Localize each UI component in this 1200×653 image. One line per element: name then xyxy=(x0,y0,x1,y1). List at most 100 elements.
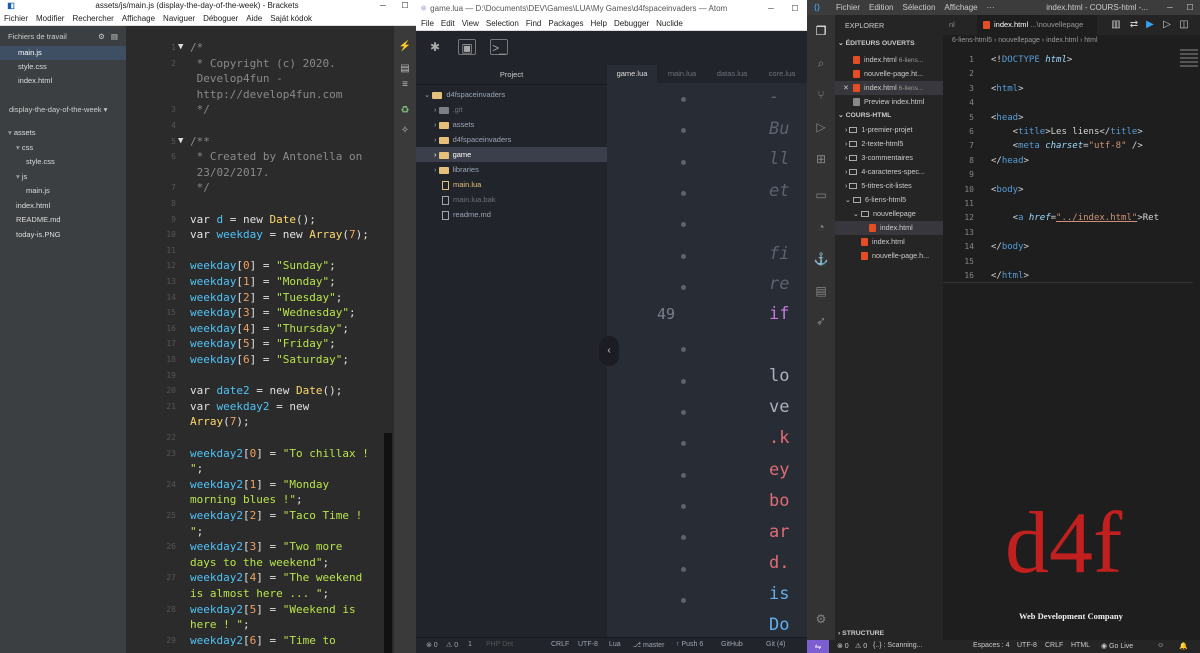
tab-index-html[interactable]: index.html ...\nouvellepage xyxy=(977,15,1097,35)
open-editor-item[interactable]: Preview index.html xyxy=(835,95,943,109)
menu-deboguer[interactable]: Déboguer xyxy=(203,14,238,23)
tree-item[interactable]: › assets xyxy=(416,117,607,132)
menu-help[interactable]: Help xyxy=(591,19,607,28)
gear-icon[interactable]: ⚙ xyxy=(98,32,105,41)
menu-find[interactable]: Find xyxy=(526,19,542,28)
github-button[interactable]: GitHub xyxy=(721,641,743,648)
menu-affichage[interactable]: Affichage xyxy=(122,14,155,23)
open-editors-section[interactable]: ⌄ ÉDITEURS OUVERTS xyxy=(835,37,943,51)
minimize-icon[interactable]: ─ xyxy=(759,4,783,13)
beautify-icon[interactable]: ✧ xyxy=(398,124,412,138)
tree-item[interactable]: today-is.PNG xyxy=(0,228,126,243)
menu-modifier[interactable]: Modifier xyxy=(36,14,64,23)
tree-item[interactable]: index.html xyxy=(835,235,943,249)
tree-item[interactable]: › 5-titres-cit-listes xyxy=(835,179,943,193)
menu-packages[interactable]: Packages xyxy=(548,19,583,28)
tree-item[interactable]: README.md xyxy=(0,213,126,228)
minimap[interactable] xyxy=(1180,47,1198,77)
tree-item[interactable]: index.html xyxy=(835,221,943,235)
fold-arrow-icon[interactable]: ▼ xyxy=(178,40,183,56)
menu-debugger[interactable]: Debugger xyxy=(614,19,649,28)
brackets-code-editor[interactable]: 1 ▼/* 2 * Copyright (c) 2020. Develop4fun … xyxy=(126,26,394,653)
tree-item[interactable]: nouvelle-page.h... xyxy=(835,249,943,263)
maximize-icon[interactable]: ☐ xyxy=(783,4,807,13)
live-share-icon[interactable]: ➶ xyxy=(813,313,829,329)
minimize-icon[interactable]: ─ xyxy=(1160,3,1180,12)
tree-item[interactable]: › d4fspaceinvaders xyxy=(416,132,607,147)
collapse-panel-icon[interactable]: ‹ xyxy=(599,336,619,366)
extensions-icon[interactable]: ⊞ xyxy=(813,151,829,167)
tree-item[interactable]: › 1-premier-projet xyxy=(835,123,943,137)
tab-main-lua[interactable]: main.lua xyxy=(657,65,707,83)
menu-naviguer[interactable]: Naviguer xyxy=(163,14,195,23)
line-ending[interactable]: CRLF xyxy=(1045,642,1063,649)
git-button[interactable]: Git (4) xyxy=(766,641,785,648)
menu-icon[interactable]: ≡ xyxy=(398,78,412,92)
php-detect[interactable]: PHP Det xyxy=(486,641,513,648)
tree-item[interactable]: ▾ css xyxy=(0,141,126,156)
remote-indicator[interactable]: ⇋ xyxy=(807,640,829,653)
tree-item[interactable]: › game xyxy=(416,147,607,162)
line-ending[interactable]: CRLF xyxy=(551,641,569,648)
fold-arrow-icon[interactable]: ▼ xyxy=(178,134,183,150)
tree-item[interactable]: readme.md xyxy=(416,207,607,222)
bell-icon[interactable]: 🔔 xyxy=(1179,642,1188,650)
terminal-icon[interactable]: >_ xyxy=(490,39,508,55)
maximize-icon[interactable]: ☐ xyxy=(1180,3,1200,12)
working-file-item[interactable]: style.css xyxy=(0,60,126,74)
maximize-icon[interactable]: ☐ xyxy=(394,1,416,10)
go-live-button[interactable]: ◉ Go Live xyxy=(1101,642,1133,650)
debug-icon[interactable]: ▷ xyxy=(813,119,829,135)
menu-edition[interactable]: Edition xyxy=(869,3,893,12)
menu-edit[interactable]: Edit xyxy=(441,19,455,28)
tree-item[interactable]: ⌄ d4fspaceinvaders xyxy=(416,87,607,102)
tree-item[interactable]: style.css xyxy=(0,155,126,170)
vscode-code-editor[interactable]: d4f Web Development Company 1 <!DOCTYPE h… xyxy=(943,47,1200,640)
info-count[interactable]: 1 xyxy=(468,641,472,648)
files-icon[interactable]: ❐ xyxy=(813,23,829,39)
tree-item[interactable]: › .git xyxy=(416,102,607,117)
tree-item[interactable]: ▾ assets xyxy=(0,126,126,141)
gear-icon[interactable]: ⚙ xyxy=(813,611,829,627)
warnings-count[interactable]: ⚠ 0 xyxy=(855,642,867,650)
project-dropdown[interactable]: display-the-day-of-the-week ▾ xyxy=(0,102,126,118)
language-mode[interactable]: HTML xyxy=(1071,642,1090,649)
menu-more[interactable]: ··· xyxy=(987,3,995,12)
image-icon[interactable]: ▣ xyxy=(458,39,476,55)
working-file-item[interactable]: main.js xyxy=(0,46,126,60)
open-editor-item[interactable]: ✕ index.html 6-liens... xyxy=(835,81,943,95)
split-icon[interactable]: ▤ xyxy=(111,32,118,41)
git-graph-icon[interactable]: ◔ xyxy=(813,219,829,235)
menu-fichier[interactable]: Fichier xyxy=(836,3,860,12)
errors-count[interactable]: ⊗ 0 xyxy=(837,642,849,650)
tree-item[interactable]: main.lua xyxy=(416,177,607,192)
terminal-icon[interactable]: ▤ xyxy=(813,283,829,299)
tree-item[interactable]: index.html xyxy=(0,199,126,214)
run-debug-icon[interactable]: ▶ xyxy=(1143,18,1157,32)
menu-selection[interactable]: Selection xyxy=(486,19,519,28)
feedback-icon[interactable]: ☺ xyxy=(1157,642,1164,649)
tree-item[interactable]: › libraries xyxy=(416,162,607,177)
split-icon[interactable]: ◫ xyxy=(1177,18,1191,32)
encoding[interactable]: UTF-8 xyxy=(578,641,598,648)
tab-game-lua[interactable]: game.lua xyxy=(607,65,657,83)
tree-item[interactable]: ⌄ nouvellepage xyxy=(835,207,943,221)
close-icon[interactable]: ✕ xyxy=(843,81,853,95)
menu-rechercher[interactable]: Rechercher xyxy=(72,14,113,23)
menu-view[interactable]: View xyxy=(462,19,479,28)
tree-item[interactable]: ▾ js xyxy=(0,170,126,185)
git-push[interactable]: ↑ Push 6 xyxy=(676,641,703,648)
tab-core-lua[interactable]: core.lua xyxy=(757,65,807,83)
tree-item[interactable]: ⌄ 6-liens-html5 xyxy=(835,193,943,207)
menu-sajat-kodok[interactable]: Saját kódok xyxy=(270,14,312,23)
minimize-icon[interactable]: ─ xyxy=(372,1,394,10)
open-editor-item[interactable]: nouvelle-page.ht... xyxy=(835,67,943,81)
structure-section[interactable]: › STRUCTURE xyxy=(835,627,943,641)
menu-affichage[interactable]: Affichage xyxy=(944,3,977,12)
breadcrumb[interactable]: 6-liens-html5 › nouvellepage › index.htm… xyxy=(943,35,1200,47)
menu-nuclide[interactable]: Nuclide xyxy=(656,19,683,28)
search-icon[interactable]: ⌕ xyxy=(813,55,829,71)
menu-aide[interactable]: Aide xyxy=(246,14,262,23)
menu-file[interactable]: File xyxy=(421,19,434,28)
tree-item[interactable]: › 2-texte-html5 xyxy=(835,137,943,151)
